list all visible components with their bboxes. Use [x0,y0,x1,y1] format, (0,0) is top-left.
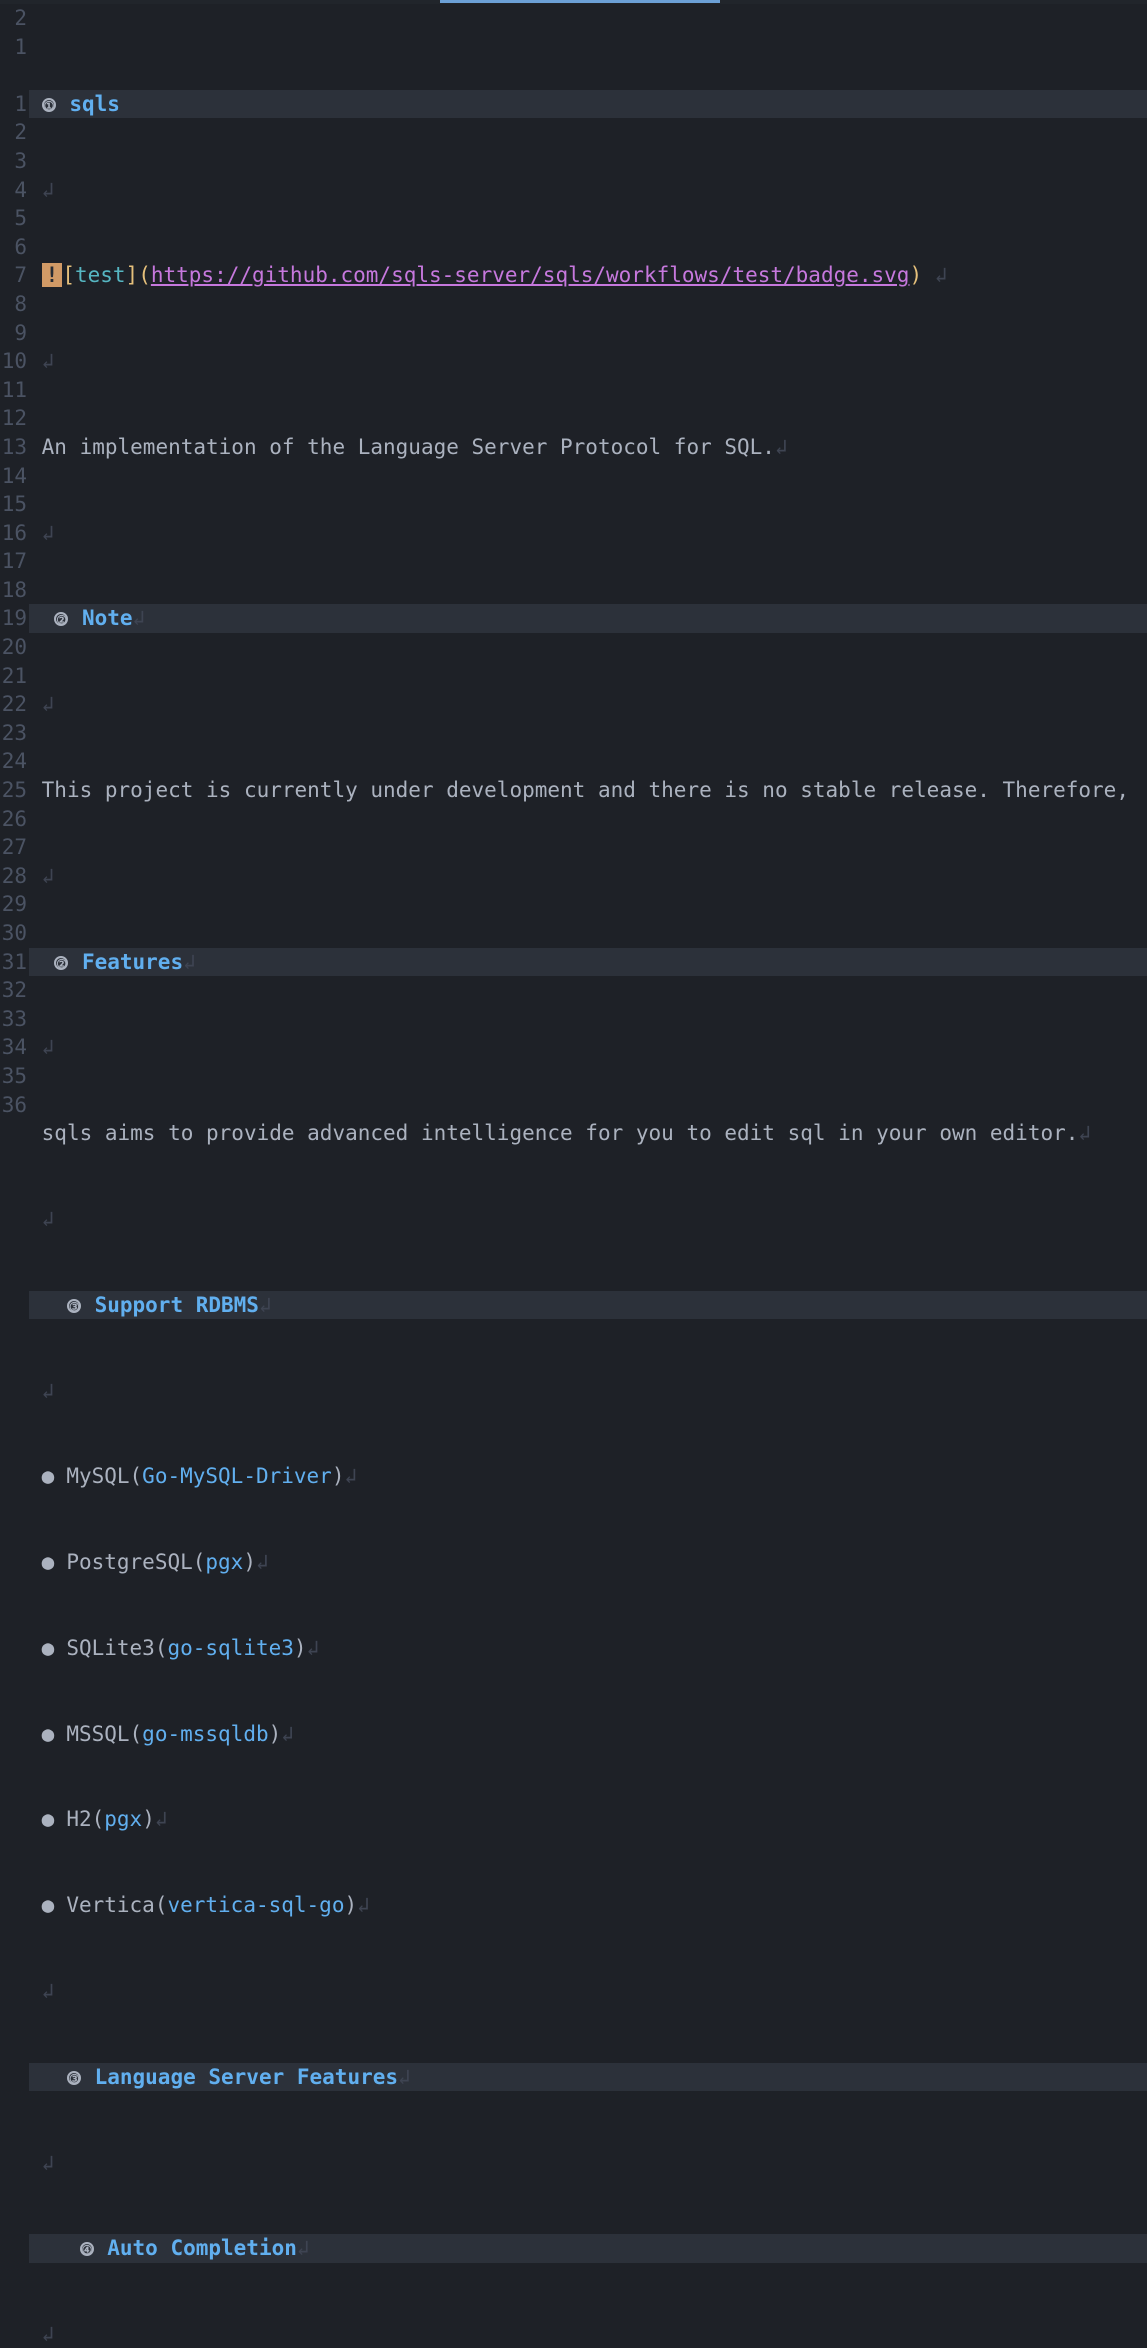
driver-link[interactable]: Go-MySQL-Driver [142,1464,332,1488]
text-line: ↲ [29,1033,1147,1062]
text-line: ↲ [29,2149,1147,2178]
line-number: 1 [0,90,27,119]
heading-level-icon: ④ [80,2242,94,2256]
heading-h3: ③ Support RDBMS↲ [29,1291,1147,1320]
list-item: ● PostgreSQL(pgx)↲ [29,1548,1147,1577]
list-item: ● H2(pgx)↲ [29,1805,1147,1834]
driver-link[interactable]: pgx [104,1807,142,1831]
driver-link[interactable]: vertica-sql-go [167,1893,344,1917]
line-number: 26 [0,805,27,834]
line-number: 32 [0,976,27,1005]
image-bang: ! [42,263,63,287]
list-item: ● Vertica(vertica-sql-go)↲ [29,1891,1147,1920]
bullet-solid-icon: ● [42,1805,54,1834]
line-number: 1 [0,33,27,62]
list-item: ● MSSQL(go-mssqldb)↲ [29,1720,1147,1749]
heading-level-icon: ① [42,98,56,112]
line-number: 35 [0,1062,27,1091]
text-line: An implementation of the Language Server… [29,433,1147,462]
code-area[interactable]: ① sqls ↲ ![test](https://github.com/sqls… [29,4,1147,2348]
line-number: 10 [0,347,27,376]
line-number: 36 [0,1091,27,1120]
text-line: This project is currently under developm… [29,776,1147,805]
link-url[interactable]: https://github.com/sqls-server/sqls/work… [151,263,910,287]
heading-level-icon: ③ [67,1299,81,1313]
driver-link[interactable]: pgx [205,1550,243,1574]
badge-link-line: ![test](https://github.com/sqls-server/s… [29,261,1147,290]
line-number: 13 [0,433,27,462]
line-number: 23 [0,719,27,748]
heading-h2: ② Features↲ [29,948,1147,977]
line-number-gutter: 2112345678910111213141516171819202122232… [0,4,29,2348]
text-line: ↲ [29,1205,1147,1234]
line-number: 9 [0,319,27,348]
bullet-solid-icon: ● [42,1462,54,1491]
editor[interactable]: 2112345678910111213141516171819202122232… [0,4,1147,2348]
text-line: ↲ [29,347,1147,376]
line-number: 3 [0,147,27,176]
line-number: 6 [0,233,27,262]
line-number: 25 [0,776,27,805]
text-line: sqls aims to provide advanced intelligen… [29,1119,1147,1148]
line-number: 28 [0,862,27,891]
text-line: ↲ [29,690,1147,719]
list-item: ● MySQL(Go-MySQL-Driver)↲ [29,1462,1147,1491]
line-number: 5 [0,204,27,233]
line-number: 29 [0,890,27,919]
line-number: 27 [0,833,27,862]
text-line: ↲ [29,519,1147,548]
link-text: test [75,263,126,287]
line-number: 11 [0,376,27,405]
line-number: 12 [0,404,27,433]
line-number: 24 [0,747,27,776]
heading-h2: ② Note↲ [29,604,1147,633]
bullet-solid-icon: ● [42,1891,54,1920]
line-number: 34 [0,1033,27,1062]
active-tab-indicator [440,0,720,3]
heading-level-icon: ② [54,956,68,970]
bullet-solid-icon: ● [42,1720,54,1749]
line-number: 33 [0,1005,27,1034]
bullet-solid-icon: ● [42,1634,54,1663]
line-number: 2 [0,118,27,147]
line-number: 15 [0,490,27,519]
tab-bar [0,0,1147,4]
line-number: 2 [0,4,27,33]
line-number: 17 [0,547,27,576]
line-number: 18 [0,576,27,605]
heading-level-icon: ② [54,612,68,626]
line-number: 20 [0,633,27,662]
line-number: 4 [0,176,27,205]
line-number: 21 [0,662,27,691]
text-line: ↲ [29,1377,1147,1406]
list-item: ● SQLite3(go-sqlite3)↲ [29,1634,1147,1663]
heading-h3: ③ Language Server Features↲ [29,2063,1147,2092]
line-number: 7 [0,261,27,290]
text-line: ↲ [29,862,1147,891]
driver-link[interactable]: go-sqlite3 [167,1636,293,1660]
line-number: 14 [0,462,27,491]
line-number: 8 [0,290,27,319]
heading-h4: ④ Auto Completion↲ [29,2234,1147,2263]
bullet-solid-icon: ● [42,1548,54,1577]
text-line: ↲ [29,176,1147,205]
driver-link[interactable]: go-mssqldb [142,1722,268,1746]
heading-level-icon: ③ [67,2071,81,2085]
line-number: 22 [0,690,27,719]
heading-h1: ① sqls [29,90,1147,119]
line-number: 31 [0,948,27,977]
line-number: 30 [0,919,27,948]
line-number: 19 [0,604,27,633]
line-number: 16 [0,519,27,548]
text-line: ↲ [29,1977,1147,2006]
text-line: ↲ [29,2320,1147,2348]
line-number [0,61,27,90]
